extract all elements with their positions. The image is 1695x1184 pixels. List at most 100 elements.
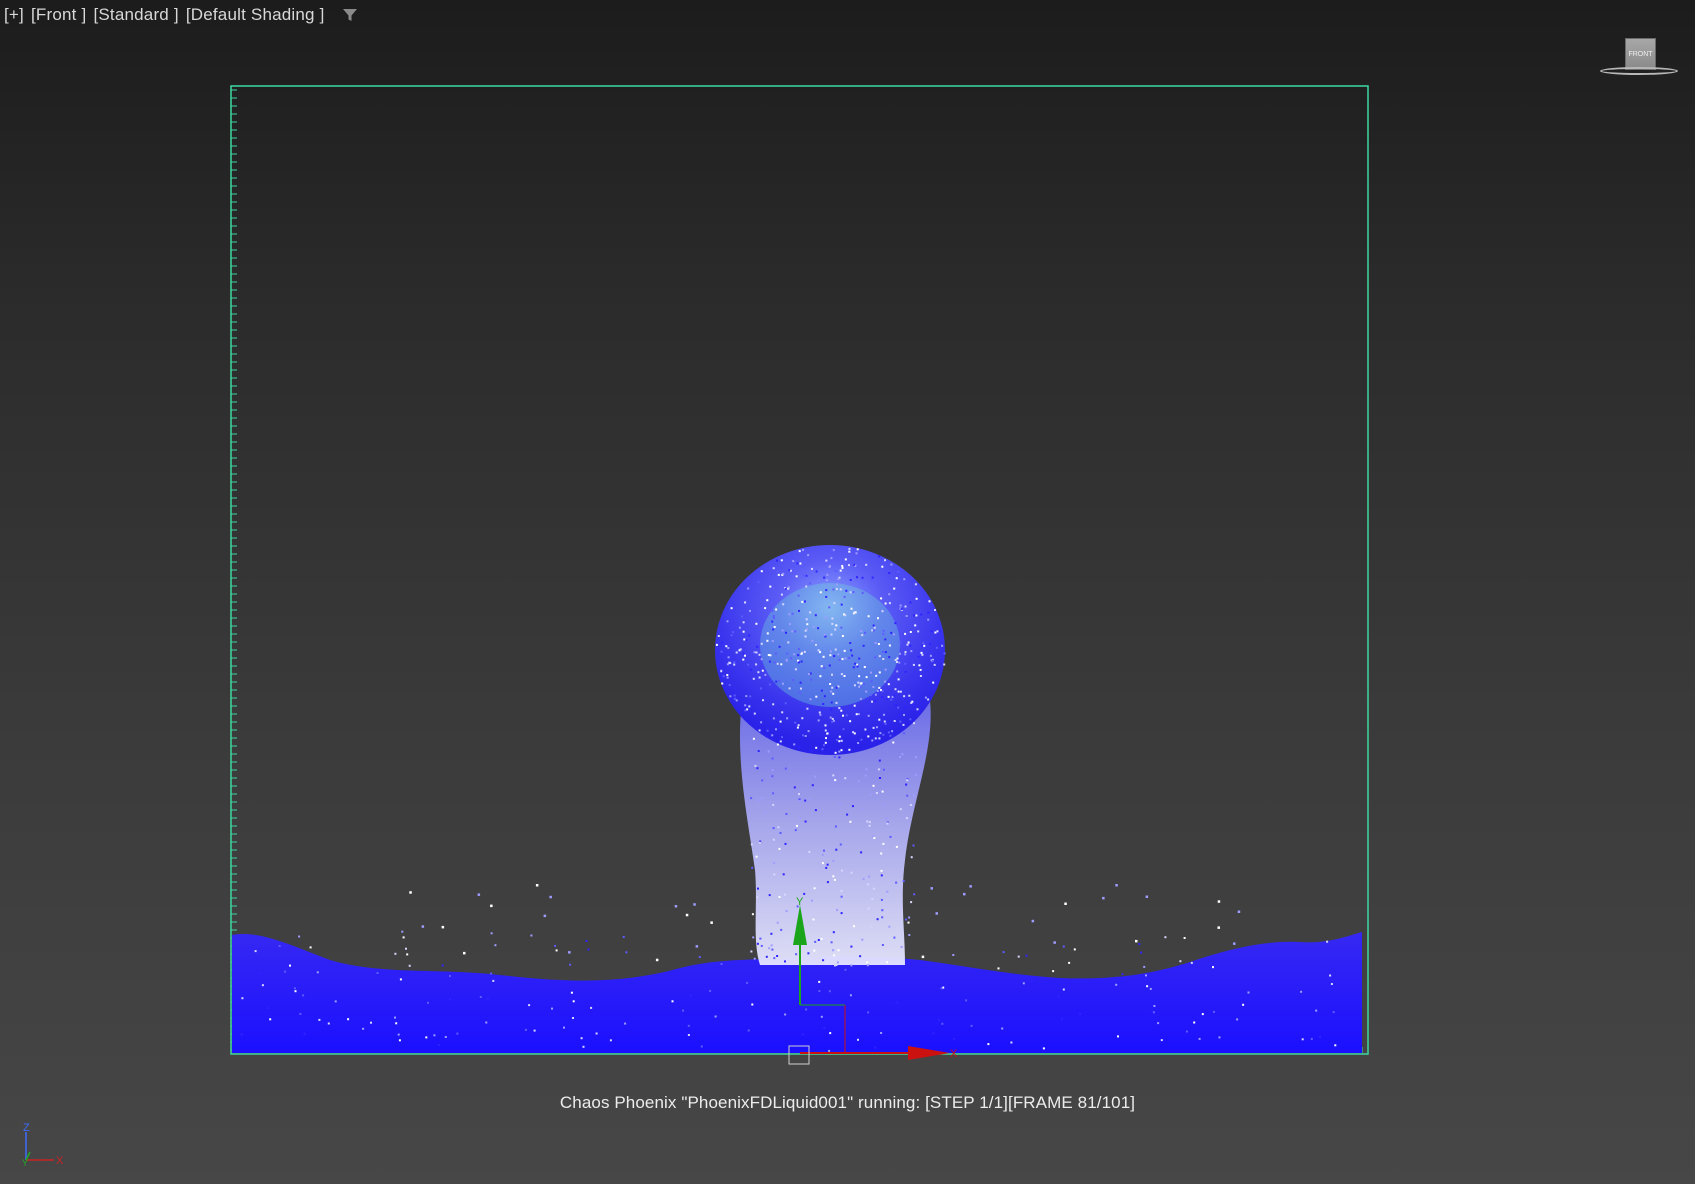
particle — [800, 660, 803, 663]
particle — [882, 768, 885, 771]
particle — [833, 602, 836, 605]
particle — [896, 661, 898, 663]
particle — [802, 548, 805, 551]
particle — [970, 1024, 973, 1027]
particle — [755, 622, 758, 625]
simulation-viewport[interactable]: Y X — [0, 0, 1695, 1184]
particle — [853, 563, 856, 566]
particle — [1213, 1010, 1215, 1013]
particle — [874, 641, 877, 644]
particle — [850, 871, 853, 874]
particle — [408, 964, 411, 967]
particle — [814, 809, 817, 812]
particle — [756, 645, 759, 648]
particle — [682, 1009, 685, 1012]
particle — [318, 1018, 321, 1021]
particle — [908, 934, 911, 936]
particle — [834, 779, 837, 782]
particle — [772, 803, 775, 806]
particle — [402, 936, 405, 939]
droplet — [969, 885, 972, 888]
particle — [924, 696, 927, 699]
particle — [765, 735, 767, 738]
particle — [853, 704, 856, 707]
particle — [732, 631, 734, 634]
particle — [828, 664, 831, 667]
particle — [881, 909, 884, 912]
particle — [941, 1022, 944, 1025]
particle — [742, 658, 745, 661]
particle — [832, 588, 835, 591]
particle — [849, 642, 852, 644]
particle — [776, 570, 779, 573]
particle — [797, 648, 800, 651]
particle — [852, 805, 854, 808]
particle — [914, 773, 917, 776]
particle — [744, 654, 746, 657]
particle — [787, 586, 790, 589]
particle — [764, 607, 767, 610]
particle — [934, 609, 936, 611]
particle — [1179, 960, 1182, 963]
particle — [880, 898, 883, 901]
particle — [406, 953, 409, 956]
particle — [836, 583, 838, 586]
particle — [834, 751, 837, 754]
particle — [772, 717, 775, 720]
particle — [914, 756, 917, 759]
particle — [906, 779, 909, 782]
particle — [935, 646, 938, 649]
particle — [825, 737, 827, 740]
particle — [904, 653, 907, 656]
particle — [895, 704, 897, 706]
particle — [370, 1021, 372, 1024]
particle — [751, 913, 754, 916]
particle — [777, 826, 780, 829]
particle — [749, 695, 752, 698]
particle — [803, 892, 806, 895]
particle — [823, 633, 826, 636]
droplet — [1217, 926, 1220, 929]
particle — [776, 955, 779, 957]
particle — [486, 997, 489, 1000]
particle — [839, 588, 842, 591]
particle — [778, 679, 780, 682]
particle — [1001, 1027, 1004, 1030]
particle — [848, 550, 851, 553]
particle — [898, 661, 901, 664]
particle — [1185, 1030, 1188, 1033]
particle — [785, 631, 787, 634]
particle — [303, 1032, 306, 1035]
particle — [837, 949, 840, 952]
particle — [899, 604, 902, 607]
grid-ticks-left — [231, 89, 237, 1051]
particle — [687, 1034, 690, 1036]
particle — [726, 620, 729, 623]
particle — [854, 611, 857, 614]
particle — [755, 663, 758, 666]
particle — [904, 662, 907, 665]
droplet — [441, 925, 445, 929]
particle — [554, 944, 557, 947]
particle — [800, 687, 802, 690]
particle — [768, 894, 771, 897]
particle — [895, 881, 898, 884]
particle — [818, 980, 821, 983]
particle — [823, 849, 825, 852]
particle — [742, 630, 745, 633]
particle — [804, 635, 807, 638]
particle — [399, 978, 402, 981]
particle — [780, 559, 783, 562]
particle — [838, 750, 841, 753]
particle — [832, 692, 835, 695]
particle — [884, 668, 887, 671]
particle — [797, 594, 800, 597]
particle — [729, 662, 732, 665]
particle — [427, 1001, 429, 1004]
particle — [1315, 1009, 1318, 1012]
particle — [920, 613, 923, 616]
particle — [849, 591, 852, 594]
particle — [830, 708, 833, 711]
particle — [857, 681, 860, 684]
particle — [833, 878, 836, 881]
